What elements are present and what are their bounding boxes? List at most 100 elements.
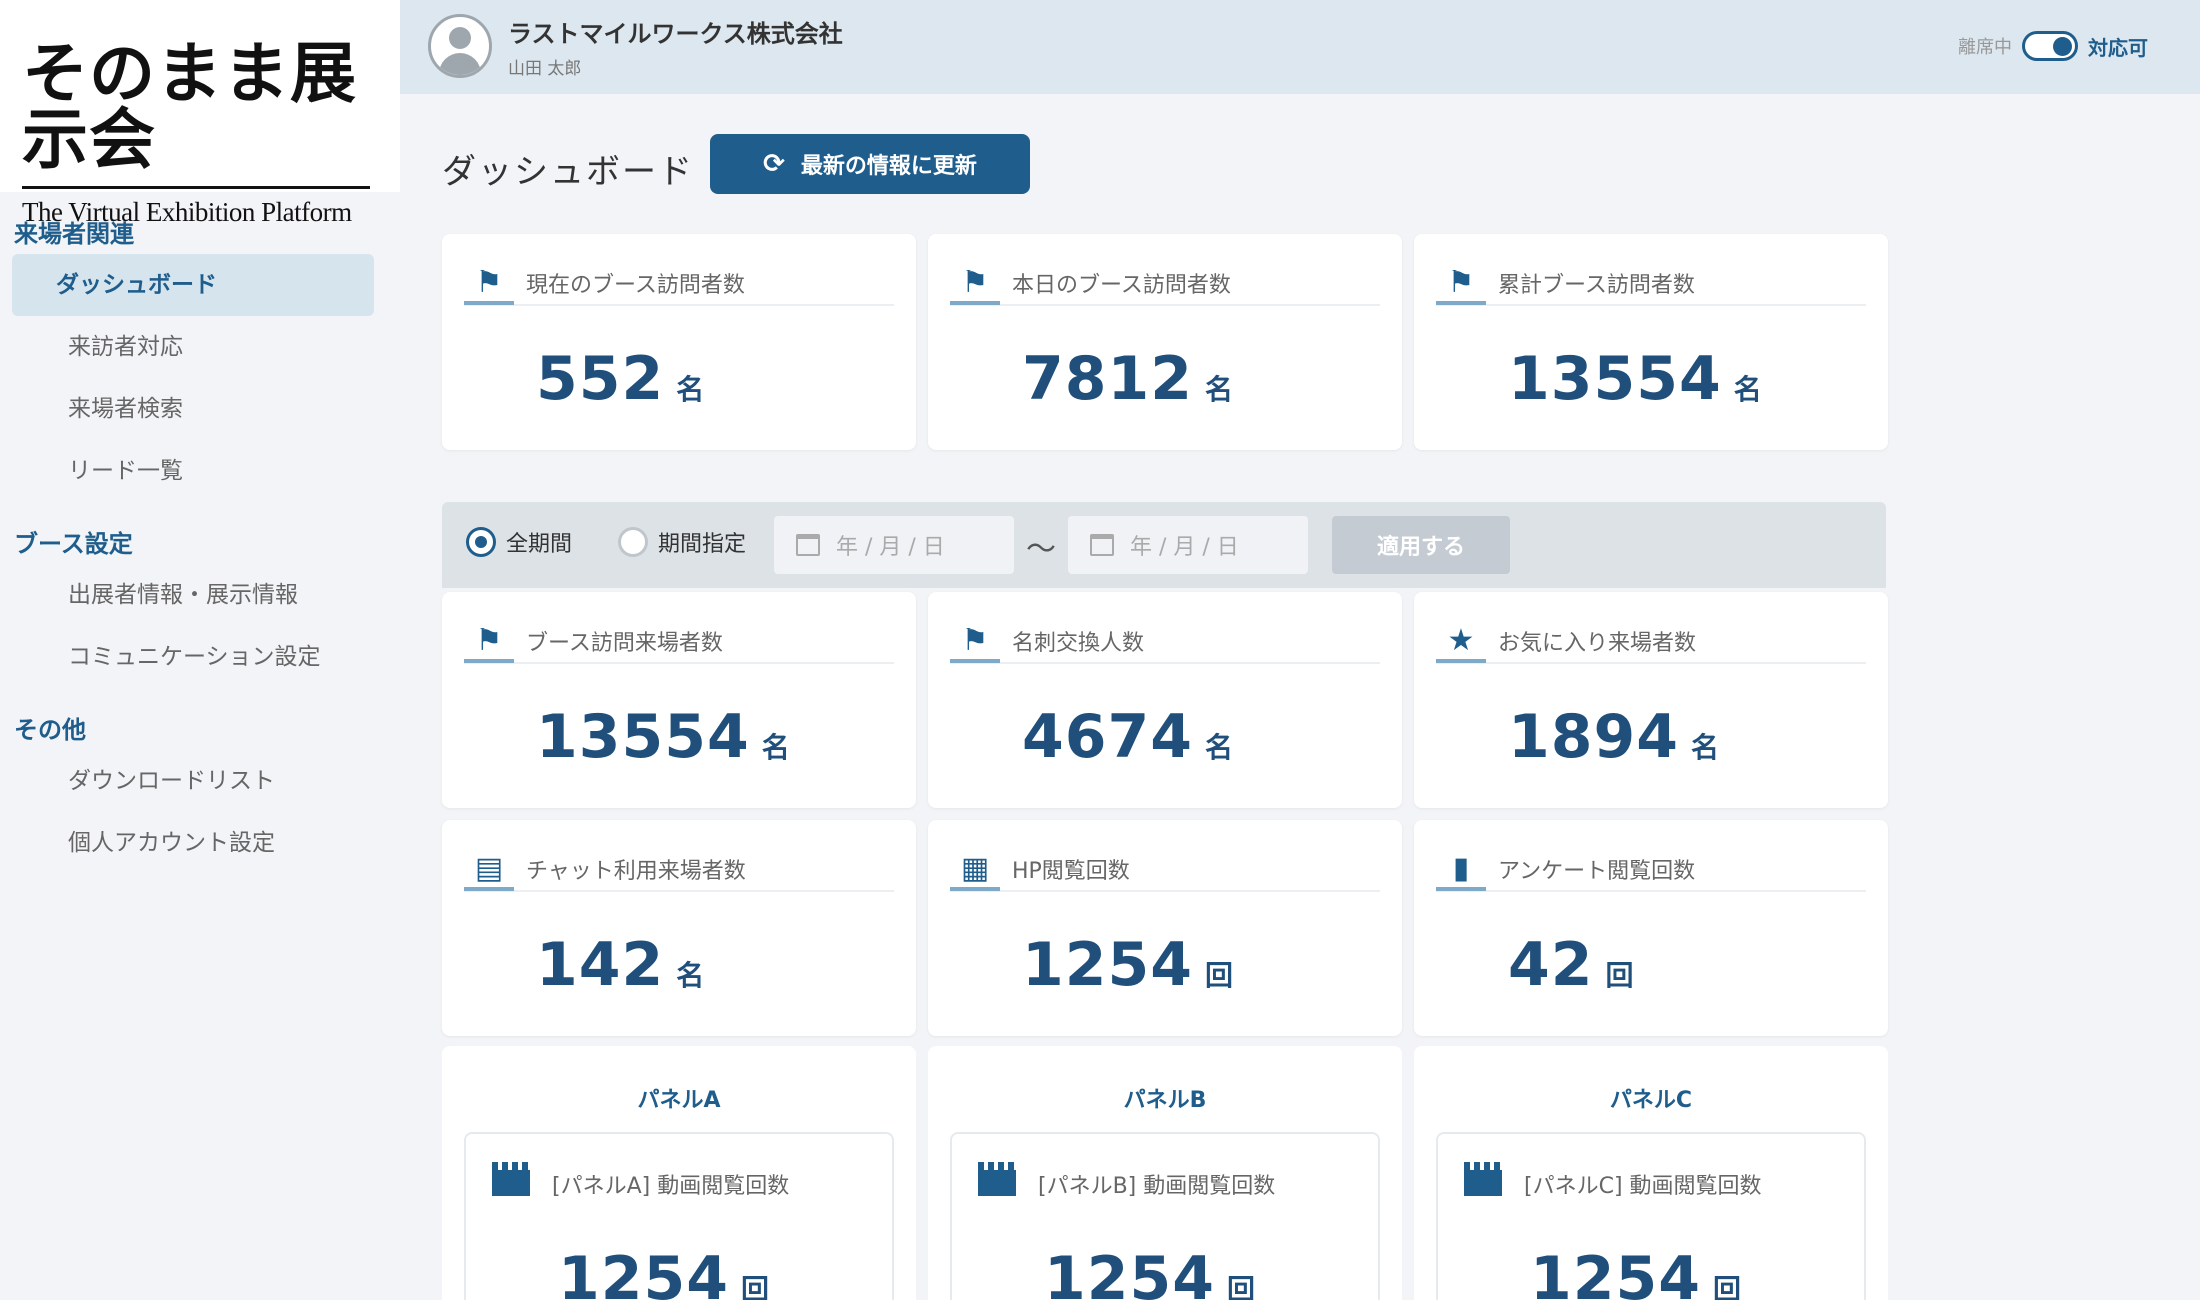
- sidebar-item-visitor-search[interactable]: 来場者検索: [12, 378, 374, 440]
- card-unit: 名: [1205, 373, 1235, 406]
- card-value: 7812: [1022, 344, 1193, 414]
- panel-video-views: [パネルB] 動画閲覧回数 1254 回: [950, 1132, 1380, 1300]
- panel-unit: 回: [1227, 1273, 1257, 1300]
- stat-card-booth-visitors: ⚑ ブース訪問来場者数 13554 名: [442, 592, 916, 808]
- card-value: 4674: [1022, 702, 1193, 772]
- card-label: アンケート閲覧回数: [1498, 859, 1696, 884]
- panel-value: 1254: [558, 1244, 729, 1300]
- avatar[interactable]: [428, 14, 492, 78]
- status-toggle-group: 離席中 対応可: [1958, 28, 2148, 64]
- panel-card-b: パネルB [パネルB] 動画閲覧回数 1254 回: [928, 1046, 1402, 1300]
- card-label: 本日のブース訪問者数: [1012, 273, 1231, 298]
- card-unit: 名: [1205, 731, 1235, 764]
- radio-all-period-label: 全期間: [506, 532, 573, 557]
- panel-card-c: パネルC [パネルC] 動画閲覧回数 1254 回: [1414, 1046, 1888, 1300]
- period-filter-bar: 全期間 期間指定 年 / 月 / 日 ～ 年 / 月 / 日 適用する: [442, 502, 1886, 588]
- chat-icon: ▤: [464, 849, 514, 891]
- toggle-knob: [2053, 37, 2072, 56]
- refresh-button[interactable]: ⟳ 最新の情報に更新: [710, 134, 1030, 194]
- card-label: チャット利用来場者数: [526, 859, 746, 884]
- card-value: 142: [536, 930, 665, 1000]
- card-value: 1254: [1022, 930, 1193, 1000]
- page-title: ダッシュボード: [442, 152, 694, 192]
- avatar-body: [439, 53, 481, 75]
- visitors-icon: ⚑: [1436, 263, 1486, 305]
- status-toggle[interactable]: [2022, 31, 2078, 61]
- card-label: ブース訪問来場者数: [526, 631, 723, 656]
- panel-video-views: [パネルA] 動画閲覧回数 1254 回: [464, 1132, 894, 1300]
- stat-card-total-visitors: ⚑ 累計ブース訪問者数 13554 名: [1414, 234, 1888, 450]
- radio-all-period[interactable]: 全期間: [466, 526, 572, 558]
- card-label: HP閲覧回数: [1012, 859, 1130, 884]
- panel-value: 1254: [1530, 1244, 1701, 1300]
- card-value: 13554: [536, 702, 750, 772]
- stat-card-chat-users: ▤ チャット利用来場者数 142 名: [442, 820, 916, 1036]
- panel-unit: 回: [741, 1273, 771, 1300]
- sidebar-item-exhibitor-info[interactable]: 出展者情報・展示情報: [12, 564, 374, 626]
- stat-card-today-visitors: ⚑ 本日のブース訪問者数 7812 名: [928, 234, 1402, 450]
- card-unit: 名: [1691, 731, 1721, 764]
- card-value: 1894: [1508, 702, 1679, 772]
- logo-divider: [22, 186, 370, 189]
- panel-label: [パネルC] 動画閲覧回数: [1524, 1174, 1762, 1199]
- panel-card-a: パネルA [パネルA] 動画閲覧回数 1254 回: [442, 1046, 916, 1300]
- radio-checked-icon: [466, 527, 496, 557]
- header: ラストマイルワークス株式会社 山田 太郎 離席中 対応可: [400, 0, 2200, 94]
- logo[interactable]: そのまま展示会 The Virtual Exhibition Platform: [0, 0, 400, 227]
- card-unit: 名: [761, 731, 791, 764]
- card-unit: 回: [1205, 959, 1235, 992]
- sidebar: そのまま展示会 The Virtual Exhibition Platform …: [0, 0, 400, 1300]
- card-value: 42: [1508, 930, 1594, 1000]
- card-value: 13554: [1508, 344, 1722, 414]
- avatar-head: [449, 27, 471, 49]
- stat-card-card-exchange: ⚑ 名刺交換人数 4674 名: [928, 592, 1402, 808]
- video-icon: [492, 1162, 530, 1196]
- card-unit: 名: [676, 373, 706, 406]
- sidebar-item-download-list[interactable]: ダウンロードリスト: [12, 750, 374, 812]
- start-date-input[interactable]: 年 / 月 / 日: [774, 516, 1014, 574]
- end-date-input[interactable]: 年 / 月 / 日: [1068, 516, 1308, 574]
- radio-custom-period-label: 期間指定: [658, 532, 747, 557]
- user-name: 山田 太郎: [508, 59, 582, 79]
- refresh-icon: ⟳: [763, 149, 785, 179]
- logo-title: そのまま展示会: [22, 34, 357, 178]
- card-label: 現在のブース訪問者数: [526, 273, 745, 298]
- sidebar-item-account-settings[interactable]: 個人アカウント設定: [12, 812, 374, 874]
- stat-card-current-visitors: ⚑ 現在のブース訪問者数 552 名: [442, 234, 916, 450]
- apply-button[interactable]: 適用する: [1332, 516, 1510, 574]
- sidebar-item-communication-settings[interactable]: コミュニケーション設定: [12, 626, 374, 688]
- status-available-label: 対応可: [2088, 35, 2148, 60]
- sidebar-item-visitor-response[interactable]: 来訪者対応: [12, 316, 374, 378]
- visitors-icon: ⚑: [950, 263, 1000, 305]
- sidebar-item-lead-list[interactable]: リード一覧: [12, 440, 374, 502]
- panel-video-views: [パネルC] 動画閲覧回数 1254 回: [1436, 1132, 1866, 1300]
- company-name: ラストマイルワークス株式会社: [508, 20, 843, 48]
- card-label: 累計ブース訪問者数: [1498, 273, 1695, 298]
- sidebar-item-dashboard[interactable]: ダッシュボード: [12, 254, 374, 316]
- panel-label: [パネルA] 動画閲覧回数: [552, 1174, 790, 1199]
- card-unit: 回: [1605, 959, 1635, 992]
- video-icon: [1464, 1162, 1502, 1196]
- card-unit: 名: [1733, 373, 1763, 406]
- stat-card-hp-views: ▦ HP閲覧回数 1254 回: [928, 820, 1402, 1036]
- nav-section-booth-settings: ブース設定: [14, 531, 133, 558]
- status-away-label: 離席中: [1958, 37, 2012, 58]
- stat-card-survey-views: ▮ アンケート閲覧回数 42 回: [1414, 820, 1888, 1036]
- panel-unit: 回: [1713, 1273, 1743, 1300]
- panel-value: 1254: [1044, 1244, 1215, 1300]
- card-label: お気に入り来場者数: [1498, 631, 1697, 656]
- radio-custom-period[interactable]: 期間指定: [618, 526, 746, 558]
- calendar-icon: [796, 534, 820, 556]
- document-icon: ▮: [1436, 849, 1486, 891]
- refresh-button-label: 最新の情報に更新: [800, 154, 977, 179]
- start-date-placeholder: 年 / 月 / 日: [836, 535, 945, 560]
- date-range-separator: ～: [1026, 532, 1056, 567]
- card-label: 名刺交換人数: [1012, 631, 1145, 656]
- star-icon: ★: [1436, 621, 1486, 663]
- visitors-icon: ⚑: [950, 621, 1000, 663]
- panel-title: パネルA: [637, 1088, 721, 1113]
- calendar-icon: [1090, 534, 1114, 556]
- visitors-icon: ⚑: [464, 621, 514, 663]
- panel-label: [パネルB] 動画閲覧回数: [1038, 1174, 1276, 1199]
- card-value: 552: [536, 344, 665, 414]
